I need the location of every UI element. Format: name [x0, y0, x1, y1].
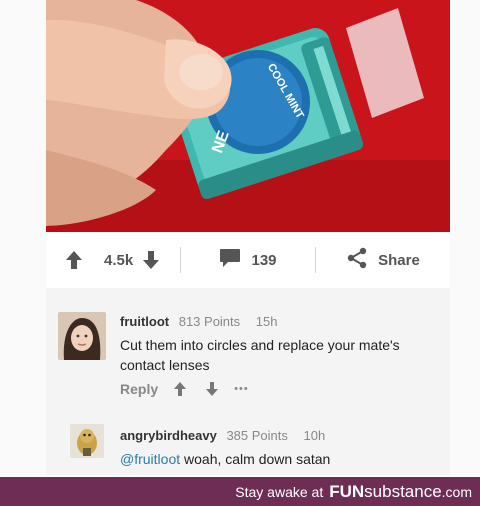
comment-points: 813 Points [178, 314, 241, 329]
brand-prefix: FUN [329, 481, 365, 501]
share-label: Share [378, 251, 420, 269]
comment-body: angrybirdheavy 385 Points 10h @fruitloot… [120, 428, 440, 469]
post-image[interactable]: COOL MINT NE [46, 0, 450, 232]
share-button[interactable]: Share [316, 232, 450, 288]
arrow-down-icon[interactable] [202, 379, 222, 399]
comment-actions: Reply ••• [120, 379, 440, 399]
comment-meta: angrybirdheavy 385 Points 10h [120, 428, 440, 443]
post-action-bar: 4.5k 139 Share [46, 232, 450, 288]
comment-body: fruitloot 813 Points 15h Cut them into c… [120, 314, 440, 399]
comment-time: 15h [255, 314, 278, 329]
upvote-count: 4.5k [104, 251, 134, 269]
comment-bubble-icon [219, 248, 241, 273]
share-nodes-icon [346, 247, 368, 274]
avatar[interactable] [70, 424, 104, 458]
post-container: COOL MINT NE 4.5k 139 Share fruitloot 81… [0, 0, 480, 475]
footer-tagline: Stay awake at [235, 483, 324, 500]
vote-group: 4.5k [46, 232, 180, 288]
arrow-up-icon[interactable] [64, 250, 84, 270]
comment-points: 385 Points [226, 428, 288, 443]
comment-text-content: woah, calm down satan [180, 451, 331, 467]
comment-text: @fruitloot woah, calm down satan [120, 449, 440, 469]
brand-domain: .com [441, 483, 472, 500]
post-image-illustration: COOL MINT NE [46, 0, 450, 232]
comment-time: 10h [303, 428, 326, 443]
arrow-up-icon[interactable] [170, 379, 190, 399]
comment-count: 139 [251, 251, 277, 269]
mention-link[interactable]: @fruitloot [120, 451, 180, 467]
comment-username[interactable]: fruitloot [120, 314, 169, 329]
brand-suffix: substance [364, 481, 442, 501]
comment-meta: fruitloot 813 Points 15h [120, 314, 440, 329]
comment-item: angrybirdheavy 385 Points 10h @fruitloot… [58, 424, 450, 474]
avatar[interactable] [58, 312, 106, 360]
reply-button[interactable]: Reply [120, 381, 158, 397]
arrow-down-icon[interactable] [141, 250, 161, 270]
comment-username[interactable]: angrybirdheavy [120, 428, 217, 443]
comments-button[interactable]: 139 [181, 232, 315, 288]
comment-text: Cut them into circles and replace your m… [120, 337, 400, 373]
watermark-footer: Stay awake at FUNsubstance .com [0, 477, 480, 506]
more-options-icon[interactable]: ••• [234, 383, 249, 395]
brand-logo: FUNsubstance [329, 482, 441, 502]
comment-list: fruitloot 813 Points 15h Cut them into c… [46, 288, 450, 475]
comment-item: fruitloot 813 Points 15h Cut them into c… [58, 312, 450, 412]
